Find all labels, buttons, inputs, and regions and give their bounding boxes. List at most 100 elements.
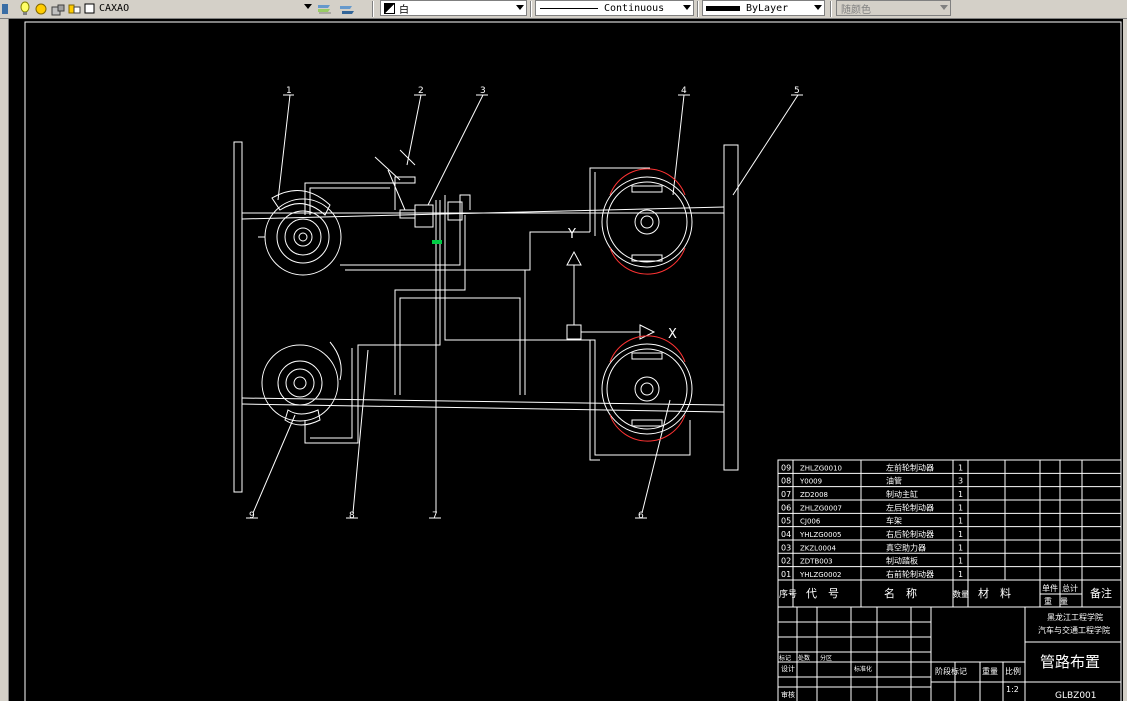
color-dropdown[interactable]: 白 [380, 0, 527, 16]
leader-line [641, 399, 671, 514]
layer-on-icon[interactable] [18, 0, 32, 18]
bom-cell-name: 右前轮制动器 [886, 569, 934, 579]
bom-cell-code: ZHLZG0010 [800, 464, 842, 472]
bom-cell-qty: 1 [958, 490, 963, 499]
bom-cell-name: 左后轮制动器 [886, 502, 934, 512]
bom-cell-no: 09 [781, 463, 791, 472]
leader-line [277, 94, 291, 201]
layer-color-swatch-icon [84, 0, 96, 18]
toolbar-separator [530, 1, 532, 17]
bom-cell-no: 08 [781, 477, 791, 486]
chevron-down-icon [683, 5, 691, 10]
balloon-2: 2 [418, 86, 424, 96]
color-swatch-icon [384, 2, 395, 14]
bom-header-no: 序号 [779, 588, 797, 600]
bom-header-total: 总计 [1062, 583, 1078, 593]
balloon-1: 1 [286, 86, 292, 96]
lineweight-preview [706, 5, 740, 11]
leader-line [252, 414, 296, 514]
stage-mark-label: 阶段标记 [935, 666, 967, 676]
rear-left-brake [261, 341, 342, 426]
front-right-brake [601, 176, 693, 268]
school-name: 黑龙江工程学院 [1047, 612, 1103, 622]
leader-line [406, 94, 422, 166]
bom-cell-name: 真空助力器 [886, 542, 926, 552]
scale-value: 1:2 [1006, 685, 1019, 694]
brake-line [309, 187, 390, 215]
drawing-frame [24, 21, 1122, 701]
bom-cell-name: 制动踏板 [886, 556, 918, 566]
balloon-9: 9 [249, 511, 255, 521]
count-label: 处数 [798, 654, 810, 662]
brake-line [394, 215, 466, 395]
bom-cell-no: 05 [781, 517, 791, 526]
bom-cell-name: 车架 [886, 516, 902, 526]
bom-cell-code: YHLZG0005 [799, 531, 841, 539]
layer-print-icon[interactable] [68, 0, 82, 18]
balloon-5: 5 [794, 86, 800, 96]
bom-cell-code: ZHLZG0007 [800, 504, 842, 512]
axis-y-label: Y [567, 227, 576, 242]
bom-cell-qty: 1 [958, 570, 963, 579]
bom-cell-code: ZKZL0004 [800, 544, 836, 552]
linetype-dropdown[interactable]: Continuous [535, 0, 694, 16]
linetype-preview [540, 7, 598, 9]
balloon-3: 3 [480, 86, 486, 96]
layer-previous-icon[interactable] [338, 0, 356, 18]
design-label: 设计 [781, 664, 795, 673]
toolbar-separator [372, 1, 374, 17]
bom-cell-qty: 1 [958, 503, 963, 512]
cad-drawing: 1 2 3 4 5 6 7 8 9 X Y 09 ZHLZG0010 左前轮制动… [24, 21, 1122, 701]
frame-rail-right [723, 144, 739, 471]
plotstyle-dropdown-value: 随颜色 [841, 4, 871, 16]
department-name: 汽车与交通工程学院 [1038, 625, 1110, 635]
bom-cell-no: 06 [781, 503, 791, 512]
make-layer-current-icon[interactable] [316, 0, 334, 18]
layer-lock-icon[interactable] [50, 0, 66, 18]
bom-cell-name: 油管 [886, 476, 902, 486]
leader-line [427, 94, 484, 206]
bom-cell-no: 01 [781, 570, 791, 579]
layer-dropdown[interactable]: CAXAO [96, 0, 314, 16]
bom-header-weight: 重 量 [1044, 596, 1068, 606]
ucs-icon [566, 250, 656, 340]
drawing-title: 管路布置 [1040, 653, 1100, 671]
bom-header-code: 代 号 [806, 587, 839, 600]
leader-line [732, 94, 799, 196]
chevron-down-icon [516, 5, 524, 10]
axis-x-label: X [668, 327, 677, 342]
layer-properties-toolbar: CAXAO 白 Continuous ByLayer 随颜色 [0, 0, 1127, 19]
bom-cell-qty: 1 [958, 557, 963, 566]
bom-cell-name: 制动主缸 [886, 489, 918, 499]
brake-line [399, 297, 521, 395]
scale-label: 比例 [1005, 666, 1021, 676]
bom-header-material: 材 料 [978, 586, 1011, 600]
bom-cell-no: 02 [781, 557, 791, 566]
bom-header-qty: 数量 [953, 589, 969, 599]
bom-cell-name: 右后轮制动器 [886, 529, 934, 539]
chevron-down-icon [304, 4, 312, 9]
layer-freeze-icon[interactable] [34, 0, 48, 18]
bom-cell-code: Y0009 [799, 478, 822, 486]
lineweight-dropdown[interactable]: ByLayer [702, 0, 825, 16]
brake-line [340, 194, 471, 266]
bom-cell-no: 07 [781, 490, 791, 499]
bom-header-note: 备注 [1090, 586, 1112, 600]
bom-cell-qty: 1 [958, 517, 963, 526]
rear-axle-bottom [241, 403, 725, 413]
bom-header-unit: 单件 [1042, 583, 1058, 593]
standard-label: 标准化 [854, 665, 872, 673]
plotstyle-dropdown: 随颜色 [836, 0, 951, 16]
layer-dropdown-value: CAXAO [99, 2, 130, 14]
review-label: 审核 [781, 690, 795, 699]
front-left-brake [258, 189, 342, 276]
bom-cell-name: 左前轮制动器 [886, 462, 934, 472]
linetype-dropdown-value: Continuous [604, 2, 665, 14]
zone-label: 分区 [820, 654, 832, 662]
drawing-canvas[interactable]: 1 2 3 4 5 6 7 8 9 X Y 09 ZHLZG0010 左前轮制动… [0, 19, 1127, 701]
lineweight-dropdown-value: ByLayer [746, 2, 789, 14]
bom-cell-qty: 1 [958, 543, 963, 552]
bom-cell-code: YHLZG0002 [799, 571, 841, 579]
bom-cell-qty: 1 [958, 530, 963, 539]
balloon-4: 4 [681, 86, 687, 96]
